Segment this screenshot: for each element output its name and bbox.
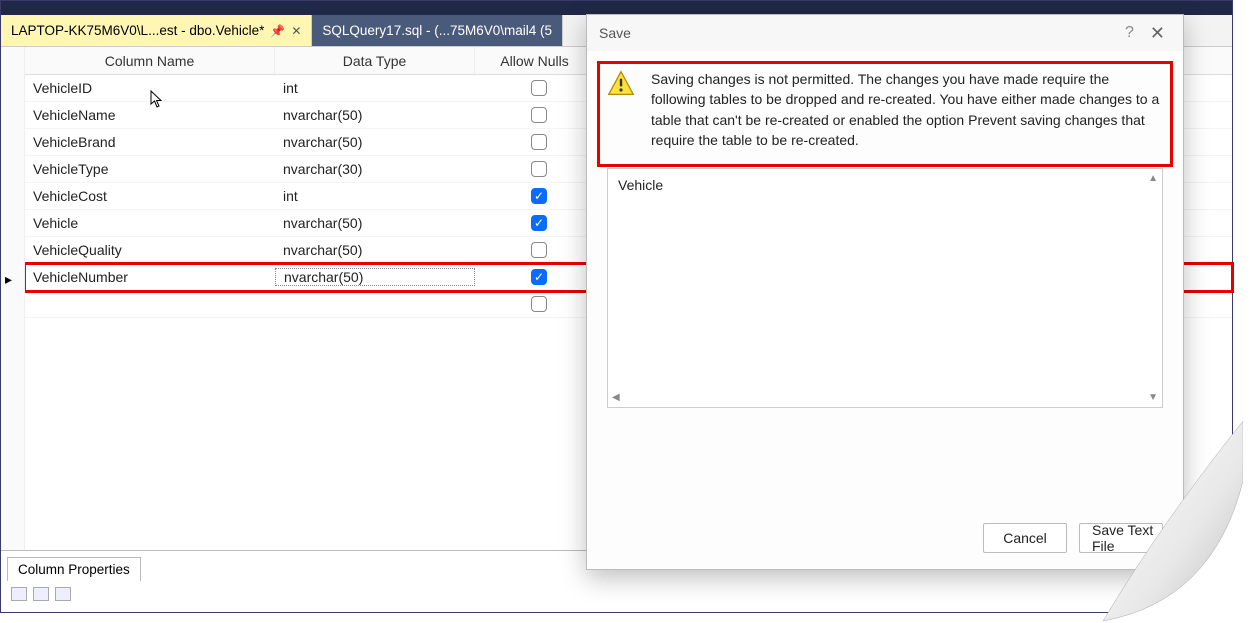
close-icon[interactable]: ✕ (291, 24, 301, 38)
cell-data-type[interactable]: int (275, 80, 475, 96)
cell-allow-nulls[interactable] (475, 269, 595, 285)
scroll-down-icon[interactable]: ▼ (1148, 392, 1158, 403)
dialog-body: Saving changes is not permitted. The cha… (587, 51, 1183, 408)
cell-allow-nulls[interactable] (475, 296, 595, 312)
allow-nulls-checkbox[interactable] (531, 242, 547, 258)
cell-column-name[interactable]: VehicleBrand (25, 134, 275, 150)
dialog-titlebar[interactable]: Save ? ✕ (587, 15, 1183, 51)
scroll-left-icon[interactable]: ◀ (612, 392, 620, 403)
cell-data-type[interactable]: nvarchar(50) (275, 242, 475, 258)
cell-allow-nulls[interactable] (475, 134, 595, 150)
cell-column-name[interactable]: VehicleNumber (25, 269, 275, 285)
column-properties-tab[interactable]: Column Properties (7, 557, 141, 581)
cell-column-name[interactable]: VehicleName (25, 107, 275, 123)
cell-column-name[interactable]: VehicleID (25, 80, 275, 96)
dialog-message: Saving changes is not permitted. The cha… (651, 69, 1163, 150)
dialog-buttons: Cancel Save Text File (983, 523, 1163, 553)
categorized-icon[interactable] (11, 587, 27, 601)
dialog-close-icon[interactable]: ✕ (1144, 23, 1171, 44)
current-row-marker-icon: ▸ (5, 271, 12, 288)
cell-data-type[interactable]: nvarchar(50) (275, 268, 475, 286)
affected-tables-list[interactable]: Vehicle ▲ ▼ ◀ (607, 168, 1163, 408)
cell-data-type[interactable]: int (275, 188, 475, 204)
tab-active[interactable]: LAPTOP-KK75M6V0\L...est - dbo.Vehicle* 📌… (1, 15, 312, 46)
cell-allow-nulls[interactable] (475, 242, 595, 258)
cell-allow-nulls[interactable] (475, 215, 595, 231)
dialog-title: Save (599, 25, 631, 41)
cancel-button[interactable]: Cancel (983, 523, 1067, 553)
cell-column-name[interactable]: VehicleCost (25, 188, 275, 204)
cell-data-type[interactable]: nvarchar(50) (275, 107, 475, 123)
cell-data-type[interactable]: nvarchar(50) (275, 215, 475, 231)
titlebar (1, 1, 1232, 15)
warning-icon (607, 69, 635, 97)
help-icon[interactable]: ? (1115, 24, 1144, 42)
tab-inactive[interactable]: SQLQuery17.sql - (...75M6V0\mail4 (5 (312, 15, 563, 46)
cell-data-type[interactable]: nvarchar(30) (275, 161, 475, 177)
header-column-name[interactable]: Column Name (25, 47, 275, 74)
cell-column-name[interactable]: VehicleType (25, 161, 275, 177)
cell-allow-nulls[interactable] (475, 107, 595, 123)
properties-toolbar (11, 587, 1232, 601)
save-dialog: Save ? ✕ Saving changes is not permitted… (586, 14, 1184, 570)
allow-nulls-checkbox[interactable] (531, 296, 547, 312)
list-item: Vehicle (618, 177, 663, 193)
scroll-up-icon[interactable]: ▲ (1148, 173, 1158, 184)
cell-column-name[interactable]: VehicleQuality (25, 242, 275, 258)
allow-nulls-checkbox[interactable] (531, 80, 547, 96)
allow-nulls-checkbox[interactable] (531, 161, 547, 177)
allow-nulls-checkbox[interactable] (531, 269, 547, 285)
pin-icon[interactable]: 📌 (270, 24, 285, 38)
row-gutter: ▸ (1, 47, 25, 550)
cell-allow-nulls[interactable] (475, 188, 595, 204)
cell-column-name[interactable]: Vehicle (25, 215, 275, 231)
allow-nulls-checkbox[interactable] (531, 107, 547, 123)
allow-nulls-checkbox[interactable] (531, 188, 547, 204)
header-data-type[interactable]: Data Type (275, 47, 475, 74)
tab-inactive-label: SQLQuery17.sql - (...75M6V0\mail4 (5 (322, 23, 552, 38)
allow-nulls-checkbox[interactable] (531, 134, 547, 150)
alphabetical-icon[interactable] (33, 587, 49, 601)
save-text-file-button[interactable]: Save Text File (1079, 523, 1163, 553)
header-allow-nulls[interactable]: Allow Nulls (475, 47, 595, 74)
properties-icon[interactable] (55, 587, 71, 601)
cell-allow-nulls[interactable] (475, 80, 595, 96)
cell-allow-nulls[interactable] (475, 161, 595, 177)
cell-data-type[interactable]: nvarchar(50) (275, 134, 475, 150)
allow-nulls-checkbox[interactable] (531, 215, 547, 231)
tab-active-label: LAPTOP-KK75M6V0\L...est - dbo.Vehicle* (11, 23, 264, 38)
